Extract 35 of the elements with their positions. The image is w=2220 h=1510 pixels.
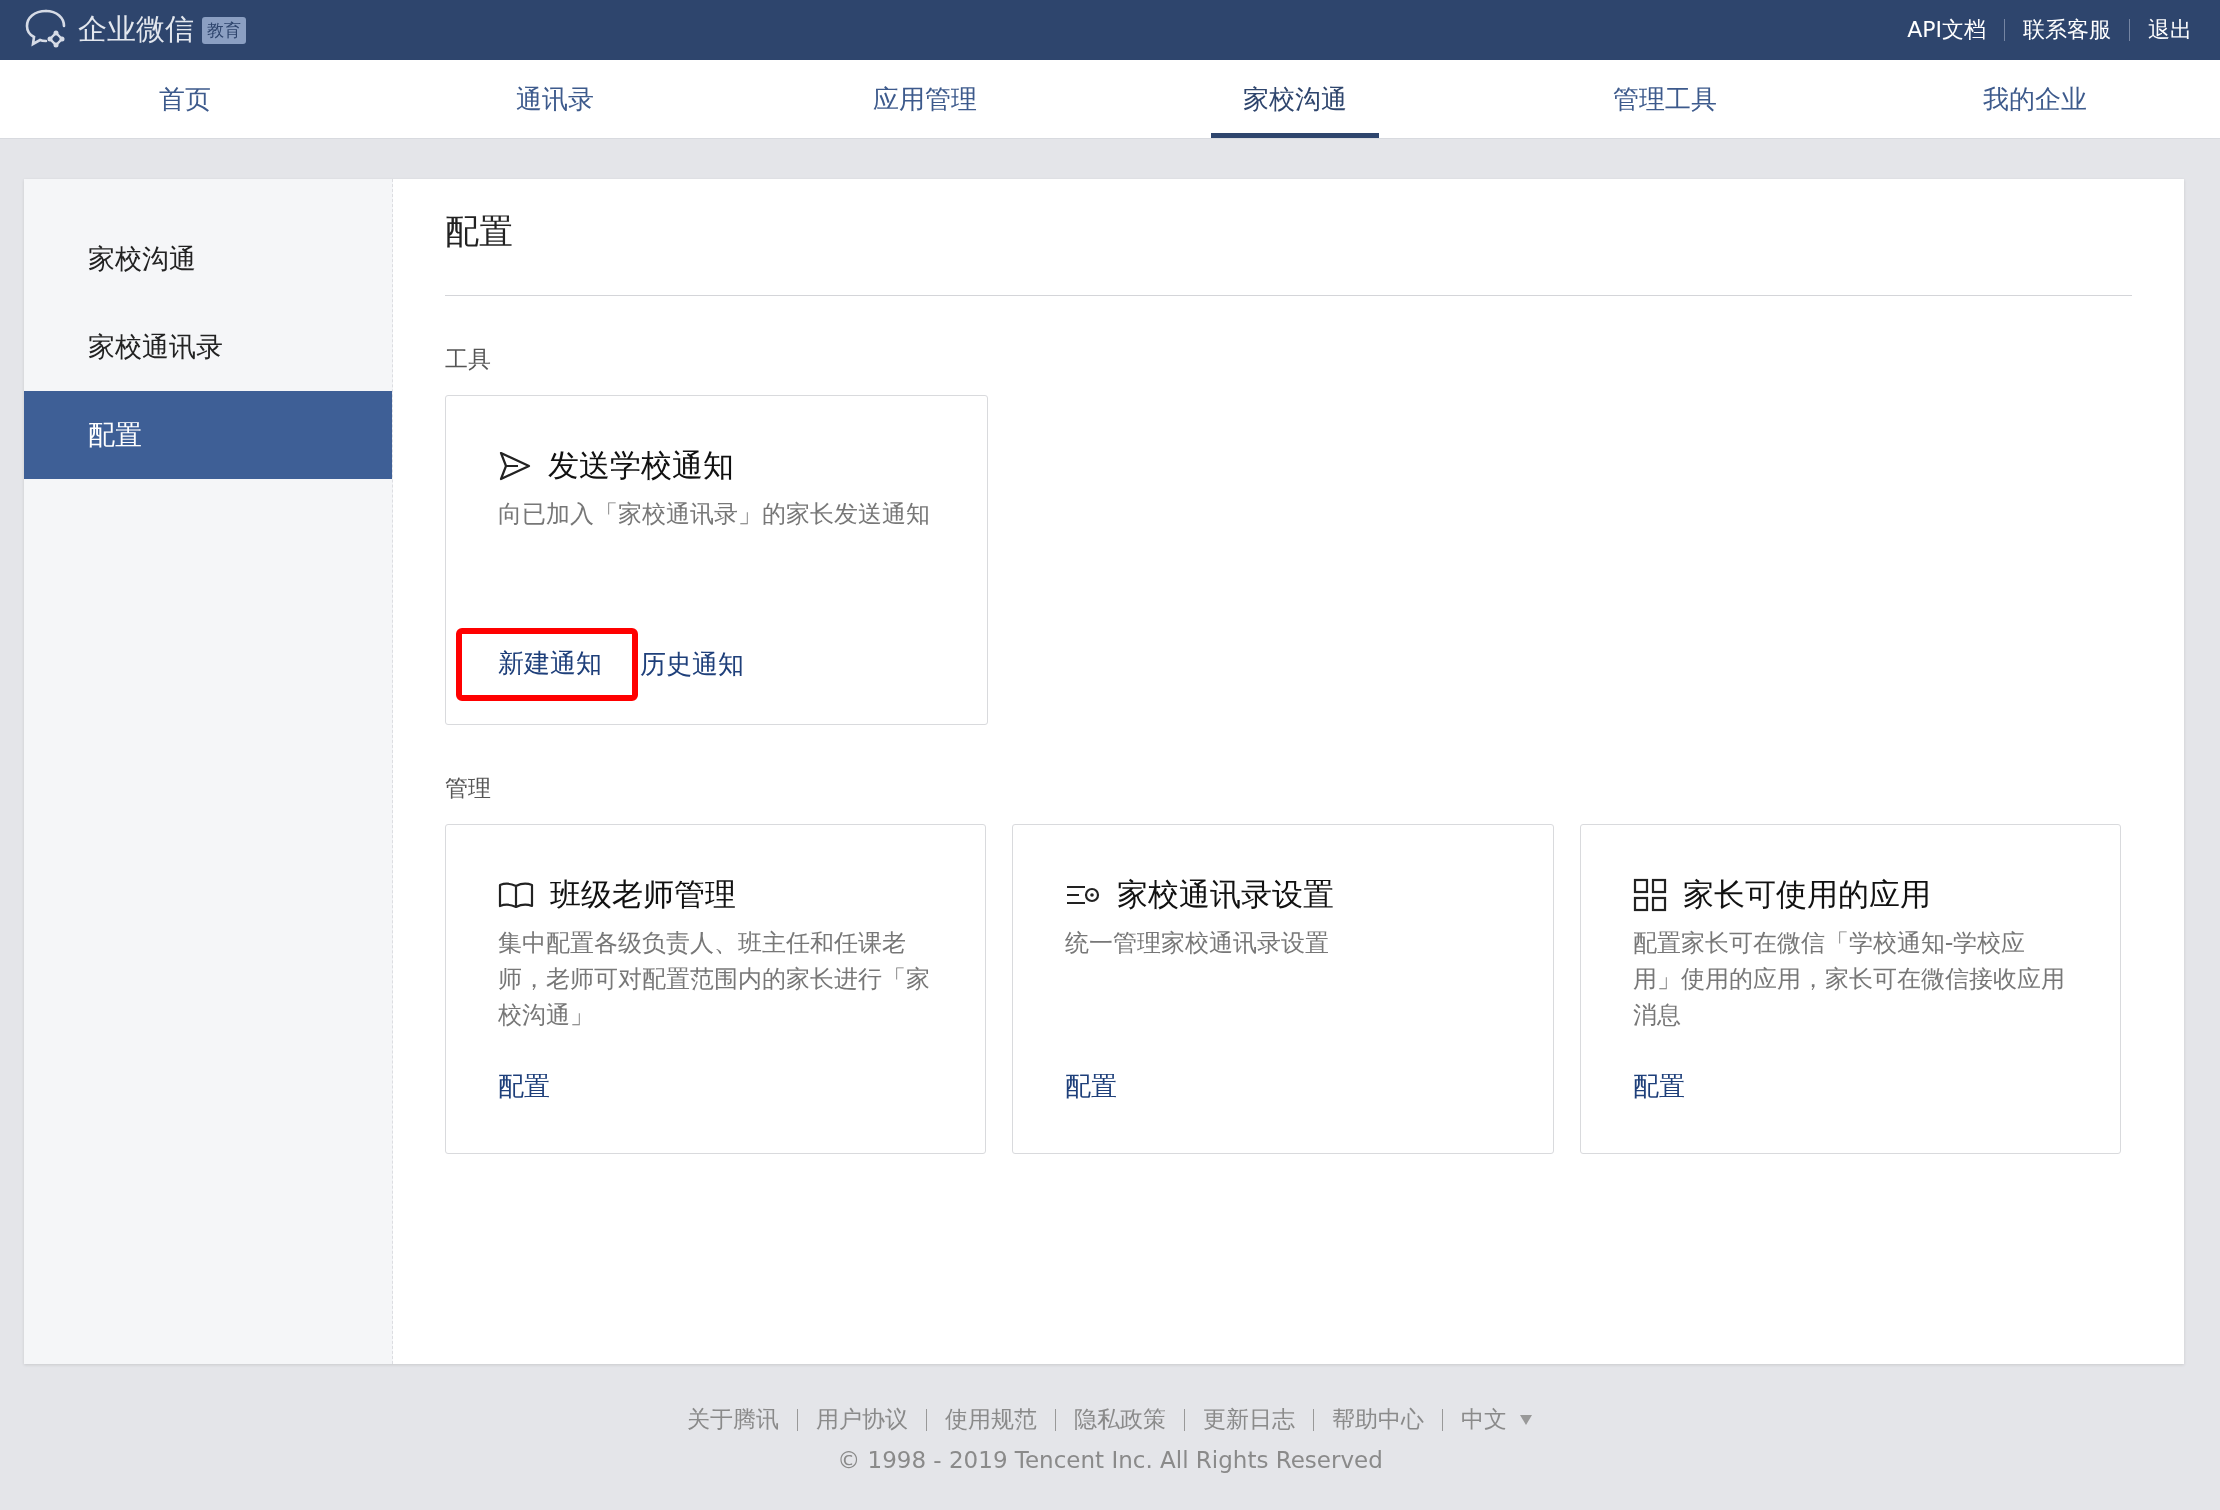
- nav-tab[interactable]: 家校沟通: [1211, 60, 1379, 138]
- sidebar-item[interactable]: 家校沟通: [24, 215, 392, 303]
- sidebar-item[interactable]: 配置: [24, 391, 392, 479]
- nav-tab[interactable]: 通讯录: [484, 60, 626, 138]
- card-title: 家长可使用的应用: [1682, 875, 1931, 914]
- nav-tab[interactable]: 管理工具: [1581, 60, 1749, 138]
- card-description: 统一管理家校通讯录设置: [1065, 928, 1331, 959]
- caret-icon: [1519, 1413, 1533, 1426]
- action-link[interactable]: 新建通知: [456, 628, 638, 701]
- card-title: 发送学校通知: [548, 446, 734, 485]
- grid-icon: [1632, 878, 1667, 912]
- action-link[interactable]: 历史通知: [640, 635, 744, 694]
- send-icon: [498, 449, 532, 483]
- edu-badge: 教育: [202, 16, 246, 44]
- header-link[interactable]: 联系客服: [2023, 15, 2111, 45]
- nav-tab[interactable]: 应用管理: [841, 60, 1009, 138]
- action-link[interactable]: 配置: [498, 1057, 550, 1116]
- nav-tab[interactable]: 首页: [127, 60, 243, 138]
- card-description: 配置家长可在微信「学校通知-学校应用」使用的应用，家长可在微信接收应用消息: [1632, 928, 2066, 1031]
- book-icon: [498, 880, 534, 910]
- nav-tab[interactable]: 我的企业: [1951, 60, 2119, 138]
- copyright-text: © 1998 - 2019 Tencent Inc. All Rights Reserved: [837, 1447, 1383, 1473]
- card-title: 班级老师管理: [550, 875, 736, 914]
- action-link[interactable]: 配置: [1065, 1057, 1118, 1116]
- logo-text: 企业微信: [78, 11, 194, 48]
- section-title: 工具: [445, 345, 492, 374]
- card-description: 向已加入「家校通讯录」的家长发送通知: [498, 499, 931, 530]
- card-title: 家校通讯录设置: [1117, 875, 1335, 914]
- sidebar-item[interactable]: 家校通讯录: [24, 303, 392, 391]
- page-title: 配置: [445, 210, 514, 253]
- header-link[interactable]: 退出: [2148, 15, 2192, 45]
- card-description: 集中配置各级负责人、班主任和任课老师，老师可对配置范围内的家长进行「家校沟通」: [498, 928, 931, 1031]
- header-link[interactable]: API文档: [1907, 15, 1986, 45]
- action-link[interactable]: 配置: [1632, 1057, 1685, 1116]
- section-title: 管理: [445, 774, 492, 803]
